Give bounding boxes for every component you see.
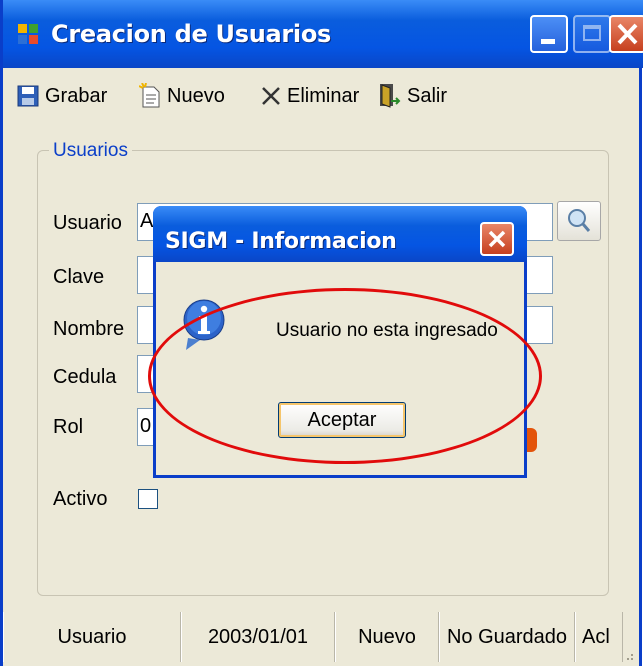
nuevo-button[interactable]: Nuevo [139,82,225,110]
resize-grip-icon[interactable] [621,648,635,662]
close-button[interactable] [609,15,643,53]
nombre-label: Nombre [53,318,125,340]
rol-indicator [527,428,537,452]
dialog-message: Usuario no esta ingresado [276,320,498,341]
dialog-close-button[interactable] [480,222,514,256]
usuario-label: Usuario [53,212,122,234]
dialog-title: SIGM - Informacion [165,229,397,254]
dialog-title-bar[interactable]: SIGM - Informacion [153,206,527,262]
exit-door-icon [380,84,401,108]
salir-label: Salir [407,84,448,107]
status-fecha: 2003/01/01 [181,612,335,662]
rol-label: Rol [53,416,84,438]
aceptar-button[interactable]: Aceptar [278,402,406,438]
toolbar: Grabar Nuevo Eliminar Salir [3,70,639,122]
close-icon [617,23,638,45]
groupbox-title: Usuarios [49,140,132,162]
eliminar-label: Eliminar [287,84,360,107]
app-icon [18,24,38,44]
search-icon [568,209,591,232]
window-title: Creacion de Usuarios [51,20,332,48]
maximize-button[interactable] [573,15,611,53]
info-dialog: SIGM - Informacion Usuario no esta ingre… [153,206,527,478]
eliminar-button[interactable]: Eliminar [261,82,359,110]
new-document-icon [139,83,160,108]
cedula-label: Cedula [53,366,117,388]
close-icon [488,230,506,248]
search-button[interactable] [557,201,601,241]
status-bar: Usuario 2003/01/01 Nuevo No Guardado Acl [3,612,639,666]
title-bar[interactable]: Creacion de Usuarios [3,0,643,68]
grabar-label: Grabar [45,84,108,107]
salir-button[interactable]: Salir [377,82,447,110]
clave-label: Clave [53,266,105,288]
status-estado: No Guardado [439,612,575,662]
delete-x-icon [262,87,280,105]
info-icon [183,299,225,350]
status-extra: Acl [575,612,623,662]
minimize-button[interactable] [530,15,568,53]
activo-label: Activo [53,488,108,510]
activo-checkbox[interactable] [138,489,158,509]
nuevo-label: Nuevo [167,84,225,107]
status-modo: Nuevo [335,612,439,662]
status-usuario: Usuario [3,612,181,662]
save-icon [17,85,39,107]
grabar-button[interactable]: Grabar [17,82,107,110]
